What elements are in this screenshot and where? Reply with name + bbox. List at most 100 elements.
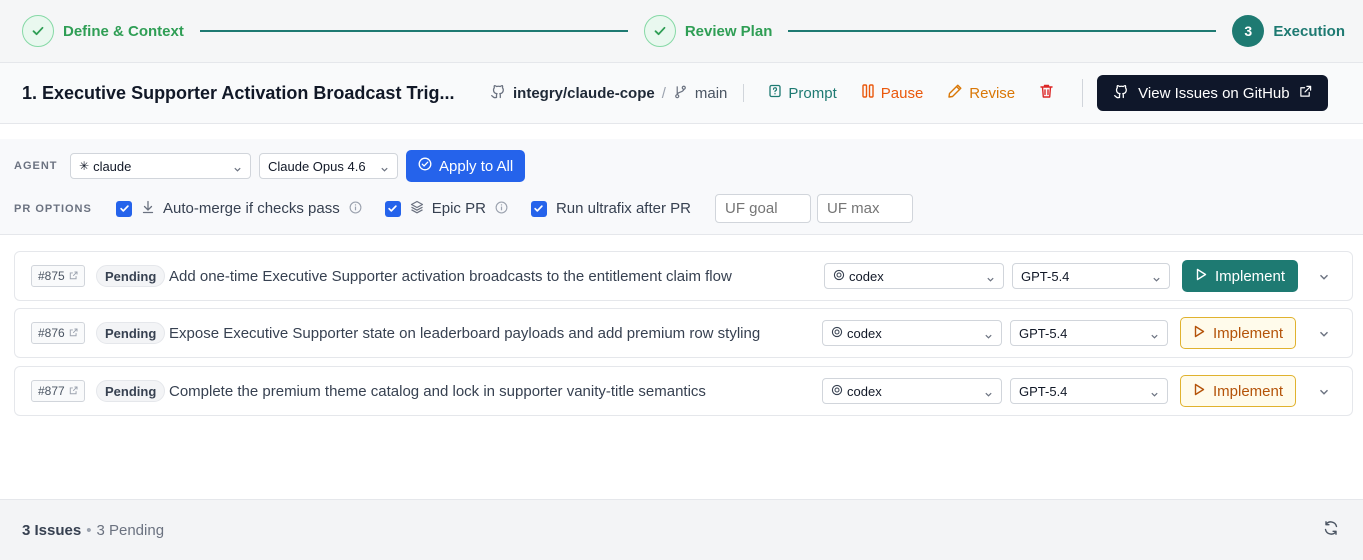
apply-to-all-button[interactable]: Apply to All <box>406 150 526 182</box>
chevron-down-icon[interactable] <box>1318 270 1330 286</box>
external-link-icon <box>69 384 78 398</box>
implement-button[interactable]: Implement <box>1180 375 1296 407</box>
pending-count: 3 Pending <box>96 521 165 539</box>
issue-title: Add one-time Executive Supporter activat… <box>169 267 732 285</box>
issue-title: Expose Executive Supporter state on lead… <box>169 324 761 342</box>
issues-count: 3 Issues <box>22 521 82 539</box>
agent-row: AGENT ✳ claude Claude Opus 4.6 Apply to … <box>14 150 526 182</box>
agent-label: AGENT <box>14 160 58 172</box>
uf-goal-input[interactable] <box>715 194 811 223</box>
openai-icon <box>831 326 843 341</box>
model-value: GPT-5.4 <box>1021 268 1070 284</box>
issue-number: #875 <box>38 269 65 283</box>
prompt-label: Prompt <box>788 84 837 102</box>
issue-model-select[interactable]: GPT-5.4 <box>1010 378 1168 404</box>
agent-value: claude <box>93 158 132 174</box>
agent-value: codex <box>847 325 882 341</box>
issue-number-link[interactable]: #877 <box>31 380 85 402</box>
refresh-icon[interactable] <box>1323 520 1339 540</box>
claude-icon: ✳ <box>79 159 90 173</box>
status-footer: 3 Issues • 3 Pending <box>0 499 1363 560</box>
check-icon <box>22 15 54 47</box>
issue-agent-select[interactable]: codex <box>822 378 1002 404</box>
prompt-button[interactable]: Prompt <box>768 84 837 102</box>
automerge-checkbox[interactable] <box>116 200 132 217</box>
revise-button[interactable]: Revise <box>947 83 1015 103</box>
uf-max-input[interactable] <box>817 194 913 223</box>
issue-model-select[interactable]: GPT-5.4 <box>1010 320 1168 346</box>
revise-label: Revise <box>969 84 1016 102</box>
chevron-down-icon[interactable] <box>1318 327 1330 343</box>
github-icon <box>490 83 506 103</box>
delete-button[interactable] <box>1039 83 1054 103</box>
github-icon <box>1113 83 1129 103</box>
implement-label: Implement <box>1212 324 1284 342</box>
info-icon[interactable] <box>349 201 362 217</box>
step-connector <box>199 30 628 32</box>
info-icon[interactable] <box>495 201 508 217</box>
openai-icon <box>831 384 843 399</box>
issue-agent-select[interactable]: codex <box>824 263 1004 289</box>
openai-icon <box>833 269 845 284</box>
chevron-down-icon <box>984 329 993 344</box>
external-link-icon <box>1299 85 1312 102</box>
plan-header: 1. Executive Supporter Activation Broadc… <box>0 62 1363 124</box>
view-issues-github-button[interactable]: View Issues on GitHub <box>1097 75 1328 111</box>
repo-name[interactable]: integry/claude-cope <box>513 85 655 102</box>
play-icon <box>1193 383 1205 400</box>
issue-number: #876 <box>38 326 65 340</box>
chevron-down-icon <box>986 272 995 287</box>
agent-select[interactable]: ✳ claude <box>70 153 251 179</box>
epic-pr-checkbox[interactable] <box>384 200 401 217</box>
chevron-down-icon <box>1152 272 1161 287</box>
agent-value: codex <box>849 268 884 284</box>
pr-options-label: PR OPTIONS <box>14 202 92 215</box>
chevron-down-icon <box>984 387 993 402</box>
step-review-plan[interactable]: Review Plan <box>643 15 773 47</box>
pr-options-row: PR OPTIONS Auto-merge if checks pass Epi… <box>14 194 913 223</box>
issue-model-select[interactable]: GPT-5.4 <box>1012 263 1170 289</box>
divider <box>1082 79 1084 107</box>
pause-button[interactable]: Pause <box>861 83 924 103</box>
step-number: 3 <box>1232 15 1265 47</box>
git-branch-icon <box>673 84 688 103</box>
model-value: GPT-5.4 <box>1019 325 1068 341</box>
issue-row: #875 Pending Add one-time Executive Supp… <box>14 251 1353 301</box>
chevron-down-icon[interactable] <box>1318 385 1330 401</box>
trash-icon <box>1039 83 1054 103</box>
chevron-down-icon <box>380 162 389 177</box>
issue-number-link[interactable]: #875 <box>31 265 85 287</box>
progress-stepper: Define & Context Review Plan 3 Execution <box>0 0 1363 62</box>
step-define-context[interactable]: Define & Context <box>22 15 184 47</box>
external-link-icon <box>69 269 78 283</box>
repo-info: integry/claude-cope / main <box>490 83 727 103</box>
chevron-down-icon <box>1150 387 1159 402</box>
help-document-icon <box>768 84 782 102</box>
issue-title: Complete the premium theme catalog and l… <box>169 382 706 400</box>
ultrafix-checkbox[interactable] <box>530 200 547 217</box>
arrow-down-icon <box>141 200 155 217</box>
execution-options: AGENT ✳ claude Claude Opus 4.6 Apply to … <box>0 139 1363 235</box>
step-execution[interactable]: 3 Execution <box>1232 15 1345 47</box>
github-label: View Issues on GitHub <box>1138 84 1290 102</box>
chevron-down-icon <box>1150 329 1159 344</box>
implement-button[interactable]: Implement <box>1182 260 1298 292</box>
automerge-label: Auto-merge if checks pass <box>163 200 340 217</box>
implement-button[interactable]: Implement <box>1180 317 1296 349</box>
step-label: Review Plan <box>684 22 773 40</box>
circle-check-icon <box>418 157 432 175</box>
issue-row: #876 Pending Expose Executive Supporter … <box>14 308 1353 358</box>
model-select[interactable]: Claude Opus 4.6 <box>259 153 398 179</box>
divider <box>743 84 745 102</box>
issue-agent-select[interactable]: codex <box>822 320 1002 346</box>
page-title: 1. Executive Supporter Activation Broadc… <box>22 82 455 103</box>
footer-separator: • <box>86 521 92 539</box>
play-icon <box>1195 268 1207 285</box>
status-badge: Pending <box>96 380 166 402</box>
pause-label: Pause <box>880 84 924 102</box>
issue-number-link[interactable]: #876 <box>31 322 85 344</box>
step-label: Define & Context <box>63 22 184 40</box>
check-icon <box>643 15 676 47</box>
pause-icon <box>861 83 875 103</box>
apply-label: Apply to All <box>439 157 514 175</box>
